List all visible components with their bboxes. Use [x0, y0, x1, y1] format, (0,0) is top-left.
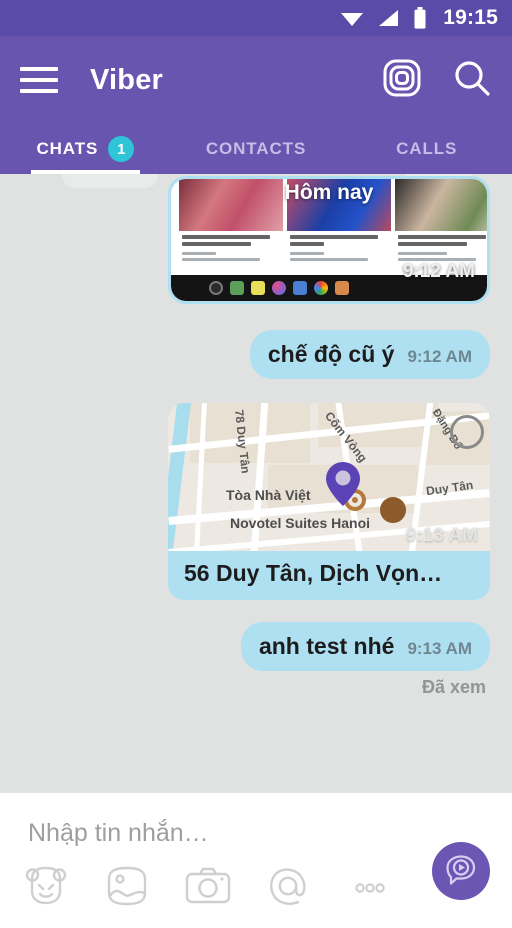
- send-button[interactable]: [432, 842, 490, 900]
- map-place-label: Novotel Suites Hanoi: [230, 515, 371, 531]
- location-address: 56 Duy Tân, Dịch Vọn…: [184, 560, 443, 586]
- header-top-bar: Viber: [0, 36, 512, 124]
- message-composer: [0, 792, 512, 928]
- viber-send-icon: [444, 852, 478, 891]
- message-row: anh test nhé 9:13 AM: [0, 622, 512, 671]
- status-time: 19:15: [443, 6, 498, 29]
- signal-icon: [377, 8, 401, 28]
- sticker-icon[interactable]: [22, 862, 70, 910]
- more-options-icon[interactable]: [346, 862, 394, 910]
- map-poi-icon: [380, 497, 406, 523]
- message-input[interactable]: [28, 819, 408, 848]
- message-row: Hôm nay 9:12 AM: [0, 176, 512, 304]
- message-row: chế độ cũ ý 9:12 AM: [0, 330, 512, 379]
- message-timestamp: 9:12 AM: [402, 261, 475, 282]
- search-icon[interactable]: [452, 58, 492, 103]
- map-preview[interactable]: 78 Duy Tân Cốm Vòng Duy Tân Đặng Bổ Tòa …: [168, 403, 490, 551]
- tab-contacts-label: CONTACTS: [205, 139, 307, 158]
- message-timestamp: 9:12 AM: [407, 347, 472, 366]
- map-place-label: Tòa Nhà Việt: [226, 487, 311, 503]
- text-message-bubble[interactable]: chế độ cũ ý 9:12 AM: [249, 330, 490, 379]
- map-location-pin: [326, 462, 360, 506]
- tab-chats-label: CHATS: [36, 139, 99, 158]
- viber-chat-screen: 19:15 Viber CHATS 1 CONTACTS CALLS Hôm n…: [0, 0, 512, 928]
- tab-chats[interactable]: CHATS 1: [0, 124, 171, 174]
- hamburger-menu-icon[interactable]: [20, 65, 60, 95]
- camera-icon[interactable]: [184, 862, 232, 910]
- mention-icon[interactable]: [265, 862, 313, 910]
- image-overlay-label: Hôm nay: [284, 181, 374, 204]
- message-text: chế độ cũ ý: [267, 341, 395, 367]
- text-message-bubble[interactable]: anh test nhé 9:13 AM: [240, 622, 490, 671]
- tab-calls[interactable]: CALLS: [341, 124, 512, 174]
- tab-bar: CHATS 1 CONTACTS CALLS: [0, 124, 512, 174]
- tab-calls-label: CALLS: [396, 139, 458, 158]
- tab-contacts[interactable]: CONTACTS: [171, 124, 342, 174]
- header-actions: [382, 58, 492, 103]
- read-receipt: Đã xem: [421, 677, 486, 697]
- message-timestamp: 9:13 AM: [407, 639, 472, 658]
- scrolled-message-peek: [62, 174, 158, 188]
- message-row: 78 Duy Tân Cốm Vòng Duy Tân Đặng Bổ Tòa …: [0, 403, 512, 600]
- page-title: Viber: [90, 63, 164, 96]
- app-header: Viber CHATS 1 CONTACTS CALLS: [0, 36, 512, 174]
- wifi-icon: [339, 8, 365, 28]
- message-list[interactable]: Hôm nay 9:12 AM chế độ cũ ý 9:12 AM 78 D…: [0, 174, 512, 792]
- gallery-icon[interactable]: [103, 862, 151, 910]
- tab-chats-badge: 1: [108, 136, 135, 162]
- viber-camera-icon[interactable]: [382, 58, 422, 103]
- message-text: anh test nhé: [258, 633, 395, 659]
- message-timestamp: 9:13 AM: [405, 525, 478, 546]
- battery-icon: [413, 7, 427, 29]
- map-roundabout-icon: [450, 415, 484, 449]
- status-bar: 19:15: [0, 0, 512, 36]
- location-message-bubble[interactable]: 78 Duy Tân Cốm Vòng Duy Tân Đặng Bổ Tòa …: [168, 403, 490, 600]
- composer-tools: [22, 862, 394, 910]
- image-message-bubble[interactable]: Hôm nay 9:12 AM: [168, 176, 490, 304]
